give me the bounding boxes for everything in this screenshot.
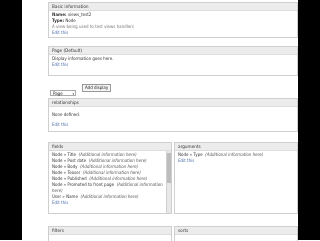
panel-title: Basic information [49, 3, 297, 11]
edit-relationships-link[interactable]: Edit this [52, 122, 294, 128]
edit-page-link[interactable]: Edit this [52, 62, 294, 68]
page-default-panel: Page (Default) Display information goes … [48, 46, 298, 76]
name-value: views_test2 [67, 12, 92, 17]
panel-title: sorts [175, 227, 297, 235]
right-black-border [298, 0, 320, 240]
panel-title: Page (Default) [49, 47, 297, 55]
relationships-empty-text: None defined. [52, 112, 81, 117]
left-black-border [0, 0, 22, 240]
edit-fields-link[interactable]: Edit this [52, 200, 165, 206]
edit-arguments-link[interactable]: Edit this [178, 158, 294, 164]
panel-title: arguments [175, 143, 297, 151]
edit-basic-link[interactable]: Edit this [52, 30, 294, 36]
type-label: Type: [52, 18, 65, 23]
views-editor: Basic information Name: views_test2 Type… [38, 0, 298, 241]
fields-panel: fields Node » Title (Additional informat… [48, 142, 172, 214]
arguments-panel: arguments Node » Type (Additional inform… [174, 142, 298, 214]
type-value: Node [65, 18, 76, 23]
panel-title: fields [49, 143, 171, 151]
scrollbar-thumb[interactable] [167, 153, 171, 183]
display-type-value: Page [53, 91, 63, 96]
field-item[interactable]: Node » Promoted to front page (Additiona… [52, 182, 165, 194]
sorts-panel: sorts [174, 226, 298, 241]
relationships-panel: relationships None defined. Edit this [48, 98, 298, 132]
fields-scrollbar[interactable] [166, 151, 171, 213]
add-display-button[interactable]: Add display [82, 84, 112, 92]
chevron-down-icon: ▾ [72, 92, 74, 96]
display-type-select[interactable]: Page ▾ [50, 90, 76, 96]
filters-panel: filters [48, 226, 172, 241]
name-label: Name: [52, 12, 67, 17]
panel-title: filters [49, 227, 171, 235]
panel-title: relationships [49, 99, 297, 107]
basic-information-panel: Basic information Name: views_test2 Type… [48, 2, 298, 38]
